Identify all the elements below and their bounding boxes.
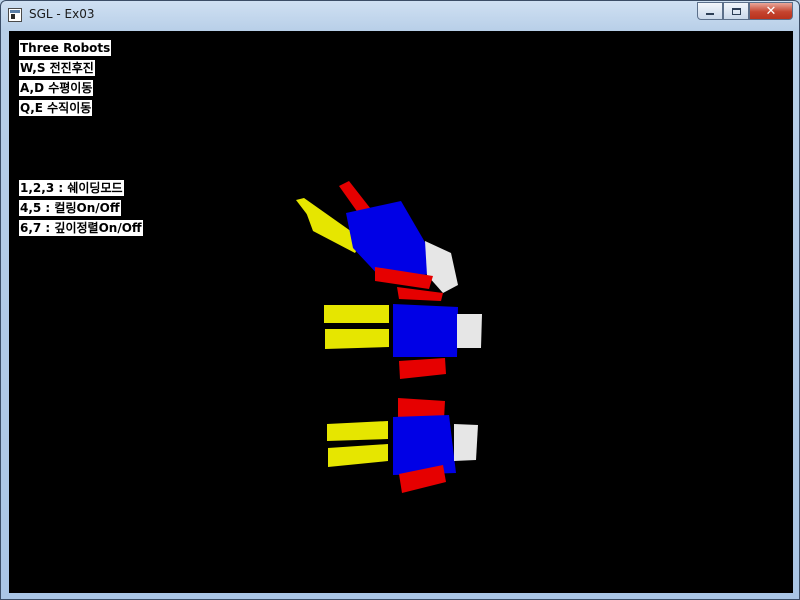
robot-3 xyxy=(327,398,478,493)
render-canvas[interactable]: Three Robots W,S 전진후진 A,D 수평이동 Q,E 수직이동 … xyxy=(9,31,793,593)
minimize-icon xyxy=(706,13,714,15)
window-title: SGL - Ex03 xyxy=(29,7,95,21)
robot-3-white-part xyxy=(454,424,478,461)
robot-2-body xyxy=(393,304,458,357)
app-window: SGL - Ex03 ✕ Three Robots W,S 전진후진 A,D 수… xyxy=(0,0,800,600)
maximize-icon xyxy=(731,7,741,15)
window-controls: ✕ xyxy=(697,2,793,20)
robot-2-leg-red xyxy=(399,358,446,379)
robot-2-white-part xyxy=(457,314,482,348)
close-icon: ✕ xyxy=(765,3,777,19)
title-bar[interactable]: SGL - Ex03 ✕ xyxy=(1,1,799,31)
robot-2-arm-yellow xyxy=(324,305,389,323)
robot-1-leg-red-2 xyxy=(397,287,443,301)
robot-1-body xyxy=(346,201,433,279)
close-button[interactable]: ✕ xyxy=(749,2,793,20)
robot-1 xyxy=(296,181,458,301)
robot-2-arm-yellow-2 xyxy=(325,329,389,349)
robot-2 xyxy=(324,304,482,379)
robot-3-body xyxy=(393,415,456,475)
robot-3-arm-yellow xyxy=(327,421,388,441)
app-icon xyxy=(8,8,22,22)
minimize-button[interactable] xyxy=(697,2,723,20)
robots-scene xyxy=(296,181,482,493)
robot-3-arm-yellow-2 xyxy=(328,444,388,467)
maximize-button[interactable] xyxy=(723,2,749,20)
